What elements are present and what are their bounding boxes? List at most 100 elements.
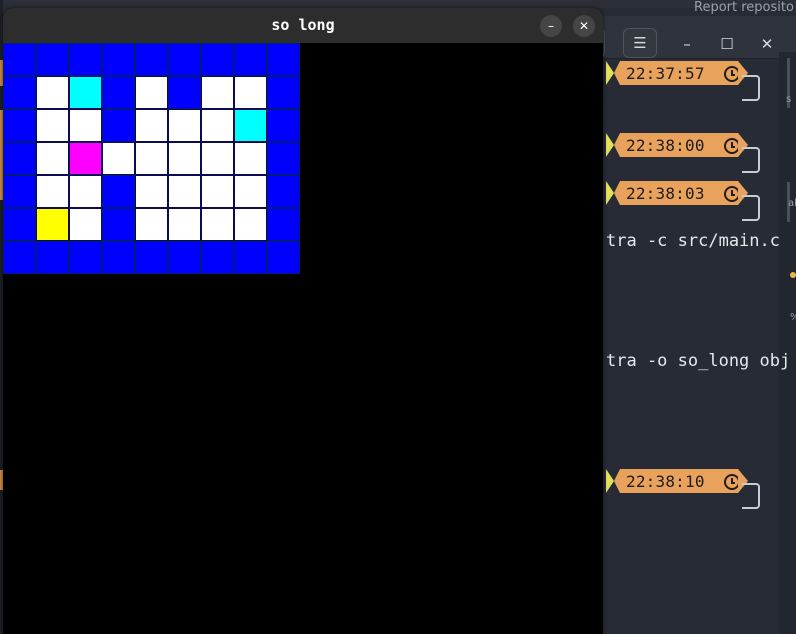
map-tile-wall	[3, 208, 36, 241]
terminal-minimize-button[interactable]: –	[677, 34, 697, 54]
map-tile-floor	[201, 208, 234, 241]
map-tile-wall	[168, 241, 201, 274]
map-tile-wall	[267, 76, 300, 109]
minimize-button[interactable]: –	[540, 15, 562, 37]
report-repository-text[interactable]: Report reposito	[694, 0, 796, 15]
map-tile-wall	[3, 142, 36, 175]
map-tile-wall	[201, 241, 234, 274]
close-icon: ✕	[578, 19, 590, 33]
map-tile-wall	[135, 241, 168, 274]
map-tile-floor	[168, 208, 201, 241]
game-map	[3, 43, 300, 274]
map-tile-wall	[168, 76, 201, 109]
map-tile-floor	[69, 208, 102, 241]
map-tile-wall	[267, 175, 300, 208]
map-tile-wall	[36, 43, 69, 76]
map-tile-wall	[267, 109, 300, 142]
map-tile-wall	[135, 43, 168, 76]
map-tile-wall	[36, 241, 69, 274]
terminal-command-line: tra -c src/main.c	[606, 231, 780, 251]
side-text: al	[788, 198, 796, 209]
prompt-flag	[606, 61, 614, 85]
map-tile-floor	[36, 175, 69, 208]
map-tile-wall	[3, 43, 36, 76]
map-tile-floor	[36, 76, 69, 109]
prompt-bracket	[742, 147, 760, 173]
map-tile-floor	[234, 76, 267, 109]
map-tile-collectible	[234, 109, 267, 142]
timestamp-text: 22:37:57	[626, 63, 705, 83]
map-tile-wall	[3, 109, 36, 142]
map-tile-wall	[267, 43, 300, 76]
map-tile-floor	[168, 109, 201, 142]
map-tile-wall	[3, 241, 36, 274]
side-text: %	[790, 312, 796, 323]
prompt-flag	[606, 133, 614, 157]
map-tile-wall	[69, 241, 102, 274]
map-tile-floor	[135, 76, 168, 109]
map-tile-wall	[102, 43, 135, 76]
terminal-scrollbar[interactable]	[779, 52, 796, 634]
map-tile-wall	[267, 241, 300, 274]
terminal-close-button[interactable]: ✕	[757, 34, 777, 54]
map-tile-wall	[267, 142, 300, 175]
map-tile-wall	[102, 241, 135, 274]
map-tile-wall	[3, 76, 36, 109]
map-tile-floor	[69, 109, 102, 142]
map-tile-floor	[168, 142, 201, 175]
map-tile-floor	[36, 109, 69, 142]
timestamp-badge: 22:37:57	[606, 61, 748, 85]
map-tile-wall	[234, 43, 267, 76]
map-tile-floor	[234, 142, 267, 175]
timestamp-text: 22:38:00	[626, 135, 705, 155]
timestamp-badge: 22:38:03	[606, 181, 748, 205]
map-tile-wall	[267, 208, 300, 241]
prompt-flag	[606, 469, 614, 493]
so-long-window: so long – ✕	[3, 8, 603, 634]
map-tile-wall	[201, 43, 234, 76]
terminal-command-line: tra -o so_long obj	[606, 351, 791, 371]
window-titlebar[interactable]: so long – ✕	[3, 8, 603, 43]
map-tile-floor	[102, 142, 135, 175]
close-button[interactable]: ✕	[573, 15, 595, 37]
map-tile-floor	[201, 109, 234, 142]
map-tile-exit	[36, 208, 69, 241]
scroll-indicator-dot	[790, 272, 796, 278]
side-text: s	[786, 94, 792, 105]
map-tile-wall	[102, 175, 135, 208]
timestamp-badge: 22:38:10	[606, 469, 748, 493]
terminal-menu-button[interactable]: ☰	[623, 28, 657, 58]
timestamp-badge: 22:38:00	[606, 133, 748, 157]
map-tile-floor	[36, 142, 69, 175]
prompt-bracket	[742, 483, 760, 509]
prompt-bracket	[742, 75, 760, 101]
map-tile-floor	[201, 175, 234, 208]
map-tile-floor	[201, 142, 234, 175]
map-tile-floor	[234, 175, 267, 208]
map-tile-floor	[135, 142, 168, 175]
timestamp-text: 22:38:03	[626, 183, 705, 203]
map-tile-floor	[135, 208, 168, 241]
timestamp-text: 22:38:10	[626, 471, 705, 491]
map-tile-wall	[234, 241, 267, 274]
map-tile-player	[69, 142, 102, 175]
map-tile-wall	[69, 43, 102, 76]
map-tile-collectible	[69, 76, 102, 109]
map-tile-wall	[102, 208, 135, 241]
map-tile-wall	[168, 43, 201, 76]
map-tile-floor	[135, 175, 168, 208]
prompt-bracket	[742, 195, 760, 221]
minimize-icon: –	[548, 19, 554, 33]
map-tile-floor	[168, 175, 201, 208]
map-tile-floor	[69, 175, 102, 208]
prompt-flag	[606, 181, 614, 205]
map-tile-wall	[102, 76, 135, 109]
terminal-maximize-button[interactable]: ☐	[717, 34, 737, 54]
map-tile-wall	[3, 175, 36, 208]
hamburger-icon: ☰	[633, 33, 647, 52]
map-tile-floor	[234, 208, 267, 241]
window-title: so long	[271, 16, 335, 34]
map-tile-wall	[102, 109, 135, 142]
map-tile-floor	[135, 109, 168, 142]
map-tile-floor	[201, 76, 234, 109]
